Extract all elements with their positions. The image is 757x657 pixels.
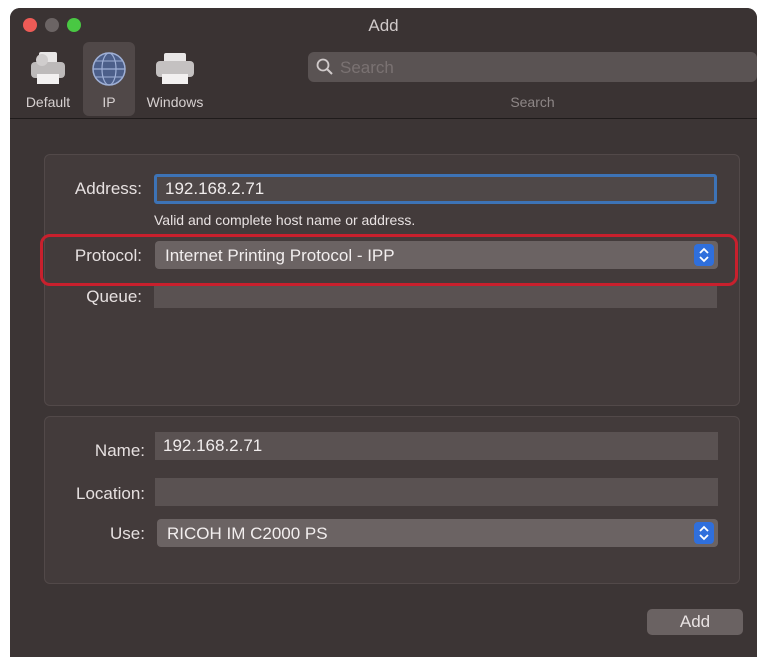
queue-input[interactable] bbox=[154, 286, 717, 308]
add-button[interactable]: Add bbox=[647, 609, 743, 635]
address-input[interactable] bbox=[154, 174, 717, 204]
add-printer-window: Add Default IP Windows Search Search Add… bbox=[10, 8, 757, 657]
toolbar-item-windows[interactable]: Windows bbox=[140, 42, 210, 116]
protocol-highlight-annotation bbox=[40, 234, 738, 286]
address-label: Address: bbox=[74, 179, 142, 198]
name-input[interactable] bbox=[155, 432, 718, 460]
window-title: Add bbox=[368, 16, 399, 35]
toolbar-item-label: IP bbox=[102, 94, 116, 110]
name-label: Name: bbox=[94, 441, 145, 460]
printer-icon bbox=[28, 50, 68, 93]
chevron-updown-icon bbox=[694, 522, 714, 544]
search-field[interactable] bbox=[308, 52, 757, 82]
search-icon bbox=[316, 58, 334, 81]
search-label: Search bbox=[510, 94, 555, 110]
location-input[interactable] bbox=[155, 478, 718, 506]
queue-label: Queue: bbox=[86, 287, 142, 306]
use-driver-value: RICOH IM C2000 PS bbox=[167, 524, 328, 543]
toolbar-item-default[interactable]: Default bbox=[14, 42, 82, 116]
globe-icon bbox=[90, 50, 128, 93]
title-bar: Add Default IP Windows Search Search bbox=[10, 8, 757, 119]
location-label: Location: bbox=[76, 484, 145, 503]
search-input[interactable] bbox=[338, 54, 742, 82]
use-driver-select[interactable]: RICOH IM C2000 PS bbox=[157, 519, 718, 547]
use-label: Use: bbox=[110, 524, 145, 543]
printer-icon bbox=[153, 50, 197, 93]
toolbar-item-label: Windows bbox=[146, 94, 204, 110]
address-hint: Valid and complete host name or address. bbox=[154, 212, 416, 228]
toolbar-item-label: Default bbox=[25, 94, 71, 110]
toolbar-item-ip[interactable]: IP bbox=[83, 42, 135, 116]
